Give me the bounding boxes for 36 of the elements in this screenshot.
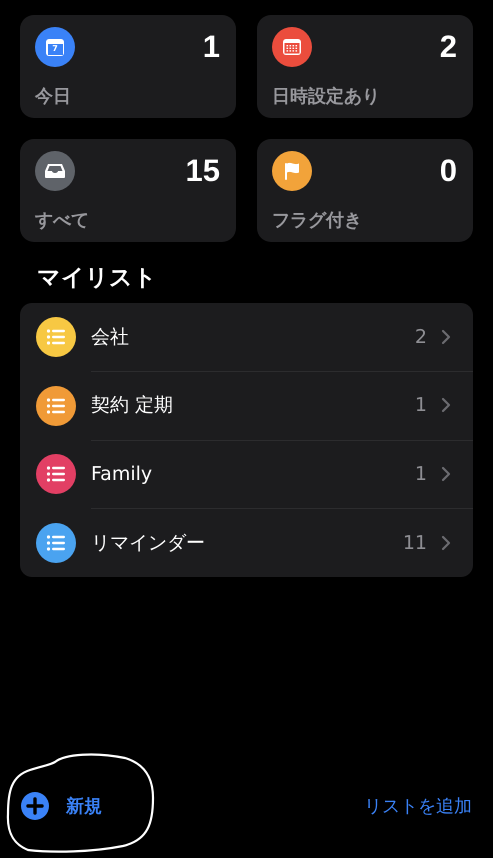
smart-list-label: 日時設定あり [272,85,381,108]
list-row[interactable]: Family 1 [20,440,473,508]
add-list-button[interactable]: リストを追加 [364,790,472,822]
count: 15 [186,153,220,189]
list-row[interactable]: 契約 定期 1 [20,372,473,440]
smart-list-label: すべて [35,209,90,232]
count: 1 [414,394,427,416]
list-icon [35,453,77,496]
list-name: Family [91,462,154,485]
section-title: マイリスト [37,264,158,293]
list-row[interactable]: 会社 2 [20,303,473,372]
chevron-icon [441,466,451,482]
chevron-icon [441,397,451,414]
count: 1 [202,29,220,65]
chevron-icon [441,534,451,551]
list-name: 会社 [91,324,130,350]
count: 2 [440,29,457,65]
list-icon [35,316,77,358]
list-name: 契約 定期 [91,393,174,418]
plus-icon [20,791,50,821]
list-row[interactable]: リマインダー 11 [20,508,473,577]
smart-list-label: フラグ付き [272,209,363,232]
list-name: リマインダー [91,530,206,556]
smart-list-card[interactable]: 7 1 今日 [20,15,236,118]
count: 0 [440,153,457,189]
list-icon [35,522,77,564]
smart-list-label: 今日 [35,85,72,108]
count: 11 [402,532,427,554]
chevron-icon [441,328,451,345]
smart-list-card[interactable]: 0 フラグ付き [257,139,473,242]
list-icon [35,384,77,427]
smart-list-card[interactable]: 2 日時設定あり [257,15,473,118]
count: 1 [414,462,427,485]
calendar-icon: 7 [35,27,75,67]
count: 2 [414,326,427,348]
smart-list-card[interactable]: 15 すべて [20,139,236,242]
